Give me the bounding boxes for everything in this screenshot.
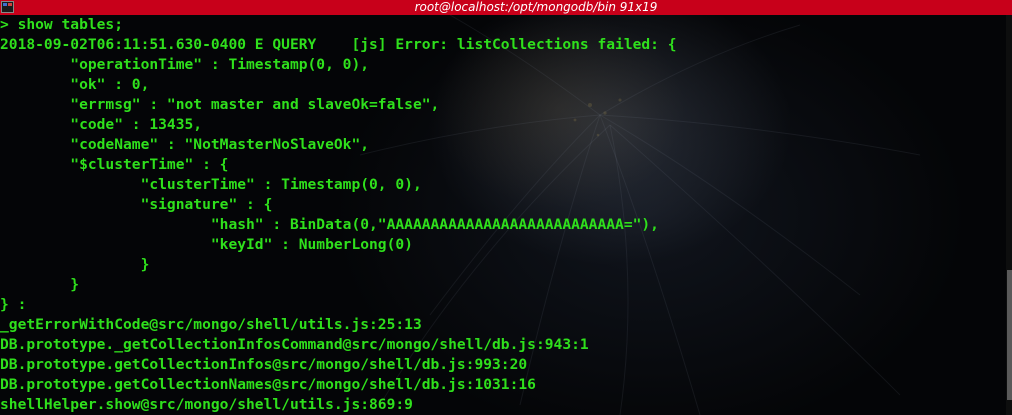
terminal-window: root@localhost:/opt/mongodb/bin 91x19 > … — [0, 0, 1012, 415]
terminal-line: } — [0, 276, 80, 293]
terminal-line: 2018-09-02T06:11:51.630-0400 E QUERY [js… — [0, 36, 677, 53]
terminal-line: "clusterTime" : Timestamp(0, 0), — [0, 176, 422, 193]
terminal-line: shellHelper.show@src/mongo/shell/utils.j… — [0, 396, 413, 413]
terminal-line: "codeName" : "NotMasterNoSlaveOk", — [0, 136, 370, 153]
terminal-output-area[interactable]: > show tables; 2018-09-02T06:11:51.630-04… — [0, 15, 1012, 415]
terminal-line: "keyId" : NumberLong(0) — [0, 236, 413, 253]
scrollbar-thumb[interactable] — [1007, 270, 1012, 400]
terminal-line: } — [0, 256, 150, 273]
vertical-scrollbar[interactable] — [1006, 15, 1012, 415]
terminal-line: _getErrorWithCode@src/mongo/shell/utils.… — [0, 316, 422, 333]
terminal-line: "operationTime" : Timestamp(0, 0), — [0, 56, 370, 73]
terminal-line: DB.prototype.getCollectionNames@src/mong… — [0, 376, 536, 393]
terminal-line: "hash" : BinData(0,"AAAAAAAAAAAAAAAAAAAA… — [0, 216, 659, 233]
terminal-line: "code" : 13435, — [0, 116, 203, 133]
terminal-line: "$clusterTime" : { — [0, 156, 229, 173]
terminal-line: > show tables; — [0, 16, 124, 33]
terminal-line: DB.prototype.getCollectionInfos@src/mong… — [0, 356, 528, 373]
terminal-line: } : — [0, 296, 27, 313]
title-bar[interactable]: root@localhost:/opt/mongodb/bin 91x19 — [0, 0, 1012, 16]
terminal-line: "ok" : 0, — [0, 76, 150, 93]
terminal-line: "errmsg" : "not master and slaveOk=false… — [0, 96, 440, 113]
terminal-line: DB.prototype._getCollectionInfosCommand@… — [0, 336, 589, 353]
terminal-text: > show tables; 2018-09-02T06:11:51.630-04… — [0, 15, 677, 415]
window-title: root@localhost:/opt/mongodb/bin 91x19 — [414, 0, 658, 14]
terminal-line: "signature" : { — [0, 196, 273, 213]
